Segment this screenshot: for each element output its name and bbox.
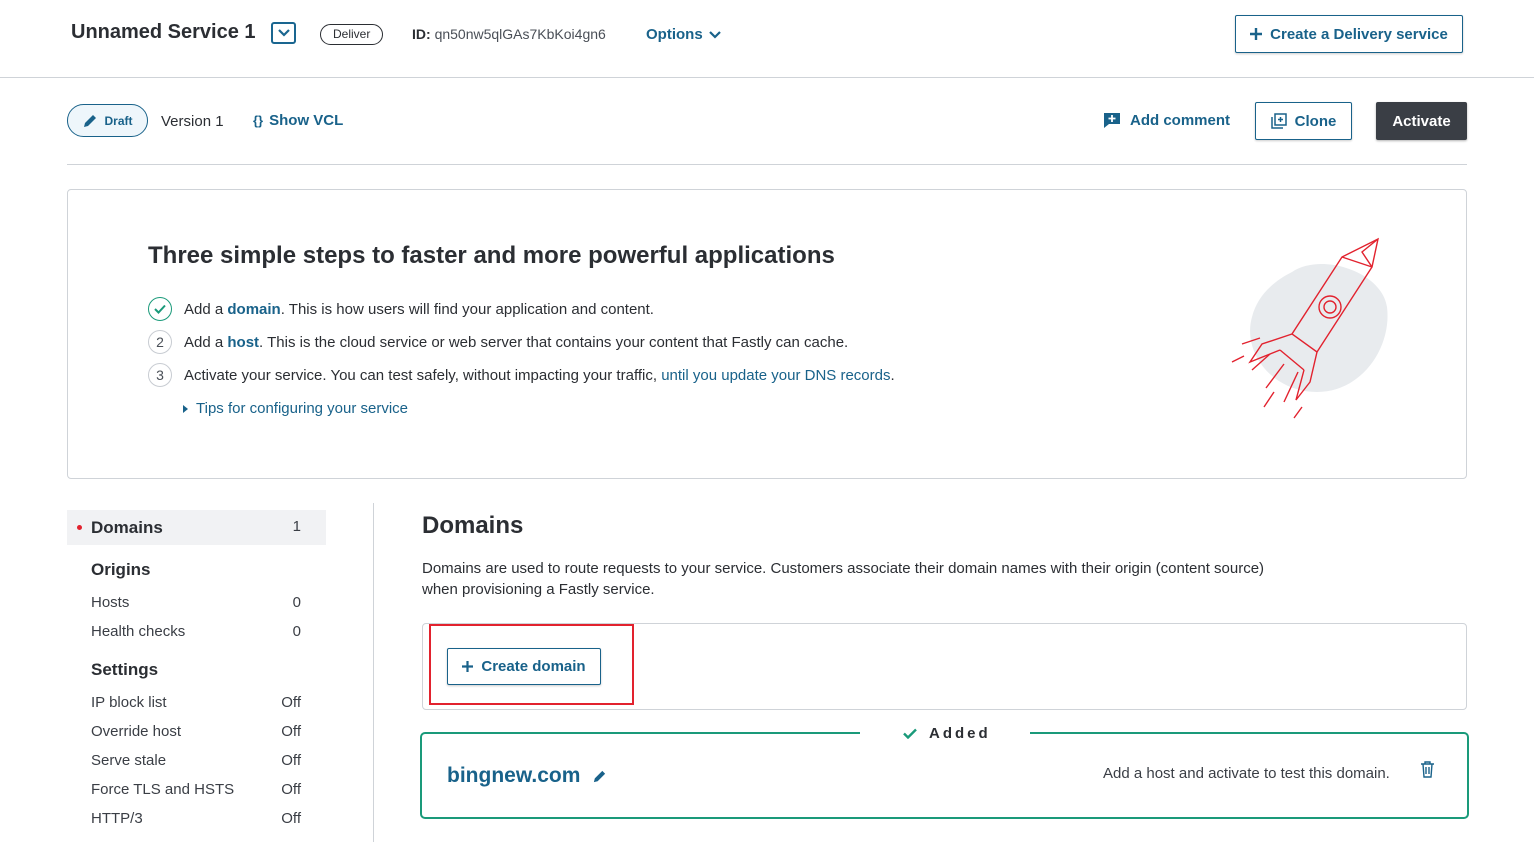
sidebar-item-value: Off [281,694,301,711]
options-menu[interactable]: Options [646,26,721,43]
plus-icon [1250,28,1263,40]
service-type-badge: Deliver [320,24,384,45]
braces-icon: {} [253,113,264,128]
step-text-prefix: Add a [184,300,228,318]
divider [67,164,1467,165]
step-activate: 3 Activate your service. You can test sa… [148,363,895,387]
step-add-domain: Add a domain. This is how users will fin… [148,297,654,321]
step-text-suffix: . This is how users will find your appli… [280,300,654,318]
step-text-prefix: Add a [184,333,228,351]
check-icon [903,728,917,739]
step-number: 2 [148,330,172,354]
domain-link[interactable]: domain [227,301,280,318]
clone-icon [1270,113,1287,129]
create-delivery-label: Create a Delivery service [1270,25,1448,43]
pencil-icon [84,114,97,127]
sidebar-item-label: Health checks [91,623,186,640]
sidebar-item-hosts[interactable]: Hosts 0 [91,594,301,611]
sidebar-item-label: HTTP/3 [91,810,143,827]
sidebar-item-value: Off [281,810,301,827]
host-link[interactable]: host [227,334,259,351]
show-vcl-link[interactable]: {} Show VCL [253,112,343,129]
plus-icon [462,661,474,672]
sidebar-item-label: Serve stale [91,752,167,769]
sidebar-item-label: Override host [91,723,182,740]
page-description: Domains are used to route requests to yo… [422,560,1265,598]
sidebar-item-serve-stale[interactable]: Serve stale Off [91,752,301,769]
add-comment-label: Add comment [1130,112,1231,129]
sidebar-item-value: 0 [292,594,301,611]
create-domain-label: Create domain [481,658,586,675]
domain-name[interactable]: bingnew.com [447,764,607,788]
sidebar-item-label: Hosts [91,594,130,611]
caret-right-icon [183,404,188,413]
create-domain-button[interactable]: Create domain [447,648,601,685]
sidebar-item-value: Off [281,781,301,798]
domain-name-text: bingnew.com [447,764,581,787]
service-switcher-button[interactable] [271,22,296,44]
sidebar-item-force-tls[interactable]: Force TLS and HSTS Off [91,781,301,798]
getting-started-title: Three simple steps to faster and more po… [148,242,835,269]
page-title: Domains [422,512,524,539]
draft-label: Draft [104,113,133,128]
activate-button[interactable]: Activate [1376,102,1467,140]
sidebar-domains-label: Domains [91,518,163,537]
step-text: Add a domain. This is how users will fin… [184,301,654,318]
create-delivery-service-button[interactable]: Create a Delivery service [1235,15,1463,53]
step-text: Add a host. This is the cloud service or… [184,334,848,351]
sidebar-divider [373,503,374,842]
sidebar-item-value: Off [281,752,301,769]
draft-status-pill[interactable]: Draft [67,104,148,137]
rocket-illustration [1231,237,1388,419]
trash-icon[interactable] [1420,761,1435,778]
sidebar-settings-heading: Settings [91,660,159,679]
sidebar-item-override-host[interactable]: Override host Off [91,723,301,740]
edit-pencil-icon[interactable] [592,769,607,784]
add-comment-button[interactable]: Add comment [1104,112,1230,129]
show-vcl-label: Show VCL [269,112,344,129]
service-id: ID: qn50nw5qlGAs7KbKoi4gn6 [412,26,606,42]
step-add-host: 2 Add a host. This is the cloud service … [148,330,848,354]
clone-button[interactable]: Clone [1255,102,1352,140]
sidebar-item-health-checks[interactable]: Health checks 0 [91,623,301,640]
active-indicator-dot [77,525,82,530]
step-complete-check-icon [148,297,172,321]
sidebar-domains-row[interactable]: Domains 1 [91,518,301,538]
step-text-prefix: Activate your service. You can test safe… [184,366,662,384]
chevron-down-icon [708,30,721,39]
tips-label: Tips for configuring your service [196,400,409,417]
step-number: 3 [148,363,172,387]
added-status: Added [903,725,999,742]
step-text-suffix: . [890,366,895,384]
added-label: Added [929,725,991,742]
step-text-suffix: . This is the cloud service or web serve… [259,333,849,351]
sidebar-item-value: 0 [292,623,301,640]
step-text: Activate your service. You can test safe… [184,367,895,384]
dns-records-link[interactable]: until you update your DNS records [661,367,890,384]
service-id-value: qn50nw5qlGAs7KbKoi4gn6 [434,26,606,42]
sidebar-item-ip-block-list[interactable]: IP block list Off [91,694,301,711]
clone-label: Clone [1294,112,1337,130]
sidebar-domains-count: 1 [292,518,301,535]
comment-add-icon [1104,113,1120,128]
version-label: Version 1 [161,113,224,130]
sidebar-origins-heading: Origins [91,560,151,579]
service-id-label: ID: [412,26,431,42]
sidebar-item-label: IP block list [91,694,167,711]
domain-status-note: Add a host and activate to test this dom… [1103,765,1390,782]
sidebar-item-label: Force TLS and HSTS [91,781,235,798]
chevron-down-icon [277,29,290,37]
service-name: Unnamed Service 1 [71,21,256,43]
options-label: Options [646,26,703,43]
tips-expander[interactable]: Tips for configuring your service [183,400,408,417]
sidebar-item-http3[interactable]: HTTP/3 Off [91,810,301,827]
sidebar-item-value: Off [281,723,301,740]
